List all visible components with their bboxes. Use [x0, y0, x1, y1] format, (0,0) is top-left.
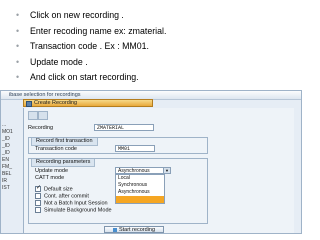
- start-recording-icon: [112, 227, 117, 232]
- chevron-down-icon[interactable]: ▼: [163, 168, 170, 173]
- dropdown-option[interactable]: Local: [116, 175, 164, 182]
- bullet-dot-icon: •: [16, 41, 20, 51]
- left-column-item[interactable]: IR: [1, 178, 17, 185]
- recording-label: Recording: [28, 125, 54, 131]
- recording-name-field[interactable]: ZMATERIAL: [94, 124, 154, 131]
- checkbox-icon[interactable]: [35, 193, 41, 199]
- bullet-dot-icon: •: [16, 25, 20, 36]
- left-column-item[interactable]: _ID: [1, 143, 17, 150]
- left-column-item[interactable]: EN: [1, 157, 17, 164]
- bullet-item: • Transaction code . Ex : MM01.: [16, 39, 166, 55]
- checkbox-default-size[interactable]: Default size: [35, 184, 73, 192]
- left-column-item[interactable]: IST: [1, 185, 17, 192]
- checkbox-cont-after-commit[interactable]: Cont. after commit: [35, 193, 89, 199]
- checkbox-icon[interactable]: [35, 200, 41, 206]
- checkbox-simulate-background[interactable]: Simulate Background Mode: [35, 207, 112, 213]
- instruction-list: • Click on new recording . • Enter recodin…: [16, 8, 166, 86]
- left-column-item: [1, 115, 17, 122]
- recording-parameters-group-title: Recording parameters: [31, 159, 96, 167]
- left-column-item: [1, 108, 17, 115]
- toolbar-icon[interactable]: [38, 111, 48, 120]
- bullet-item: • Enter recoding name ex: zmaterial.: [16, 24, 166, 40]
- list-title: ibase selection for recordings: [9, 91, 81, 98]
- update-mode-label: Update mode: [35, 168, 69, 174]
- start-recording-button[interactable]: Start recording: [104, 226, 164, 233]
- dropdown-option-highlighted[interactable]: [116, 196, 164, 203]
- toolbar-icon[interactable]: [28, 111, 38, 120]
- checkbox-not-batch-input[interactable]: Not a Batch Input Session: [35, 200, 108, 206]
- dialog-title-bar: Create Recording: [23, 99, 153, 107]
- dropdown-option[interactable]: Synchronous: [116, 182, 164, 189]
- checkbox-icon[interactable]: [35, 207, 41, 213]
- left-column-item[interactable]: _ID: [1, 150, 17, 157]
- bullet-dot-icon: •: [16, 56, 20, 67]
- left-column-item[interactable]: _ID: [1, 136, 17, 143]
- dialog-title: Create Recording: [34, 100, 78, 106]
- dialog-app-icon: [26, 101, 32, 107]
- catt-mode-label: CATT mode: [35, 175, 65, 181]
- recording-parameters-group: Recording parameters Update mode CATT mo…: [28, 158, 208, 224]
- bullet-dot-icon: •: [16, 72, 20, 82]
- transaction-code-label: Transaction code: [35, 146, 77, 152]
- bullet-item: • Click on new recording .: [16, 8, 166, 24]
- checkbox-checked-icon[interactable]: [35, 184, 41, 192]
- left-column-list: ... MO1 _ID _ID _ID EN FM_ BEL IR IST: [1, 108, 17, 192]
- first-transaction-group: Record first transaction Transaction cod…: [28, 137, 208, 154]
- first-transaction-group-title: Record first transaction: [31, 138, 98, 146]
- dropdown-option[interactable]: Asynchronous: [116, 189, 164, 196]
- left-column-item: ...: [2, 122, 7, 128]
- left-column-item[interactable]: FM_: [1, 164, 17, 171]
- bullet-item: • And click on start recording.: [16, 70, 166, 86]
- bullet-item: • Update mode .: [16, 55, 166, 71]
- left-column-item[interactable]: BEL: [1, 171, 17, 178]
- update-mode-options: Local Synchronous Asynchronous: [115, 174, 165, 204]
- update-mode-select[interactable]: Asynchronous ▼: [115, 167, 171, 174]
- create-recording-dialog: Recording ZMATERIAL Record first transac…: [23, 108, 294, 233]
- bullet-dot-icon: •: [16, 10, 20, 20]
- sap-screenshot: ibase selection for recordings ... MO1 _…: [0, 90, 302, 234]
- left-column-item[interactable]: MO1: [1, 129, 17, 136]
- transaction-code-field[interactable]: MM01: [115, 145, 155, 152]
